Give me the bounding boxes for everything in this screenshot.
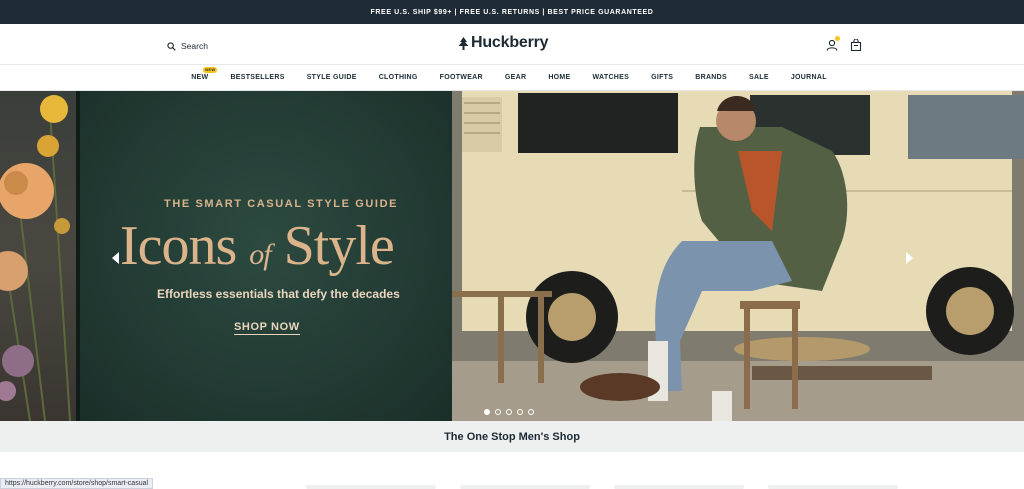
hero-title-part1: Icons (120, 215, 250, 277)
tree-icon (458, 36, 469, 50)
site-logo[interactable]: Huckberry (458, 34, 549, 52)
carousel-next-button[interactable] (903, 251, 915, 265)
carousel-dot-2[interactable] (495, 409, 501, 415)
hero-title-of: of (249, 238, 271, 271)
nav-item-bestsellers[interactable]: BESTSELLERS (230, 74, 284, 81)
nav-item-journal[interactable]: JOURNAL (791, 74, 827, 81)
main-nav: NEW NEW BESTSELLERS STYLE GUIDE CLOTHING… (0, 64, 1024, 91)
hero-title-part2: Style (270, 215, 395, 277)
search-label: Search (181, 41, 208, 51)
hero-carousel[interactable]: THE SMART CASUAL STYLE GUIDE Icons of St… (0, 91, 1024, 421)
product-cards-row (306, 485, 898, 489)
nav-item-brands[interactable]: BRANDS (695, 74, 727, 81)
flowers-image (0, 91, 80, 421)
nav-item-gifts[interactable]: GIFTS (651, 74, 673, 81)
chevron-right-icon (906, 252, 913, 264)
nav-item-clothing[interactable]: CLOTHING (379, 74, 418, 81)
cart-icon (850, 38, 862, 52)
nav-item-label: NEW (191, 74, 209, 81)
site-header: Search Huckberry (0, 24, 1024, 64)
hero-title: Icons of Style (120, 214, 395, 278)
announcement-text: FREE U.S. SHIP $99+ | FREE U.S. RETURNS … (370, 8, 654, 16)
card-placeholder[interactable] (460, 485, 590, 489)
hero-photo-panel (452, 91, 1024, 421)
nav-item-home[interactable]: HOME (548, 74, 570, 81)
nav-item-style-guide[interactable]: STYLE GUIDE (307, 74, 357, 81)
hero-kicker: THE SMART CASUAL STYLE GUIDE (164, 198, 399, 210)
carousel-dot-3[interactable] (506, 409, 512, 415)
search-icon (167, 41, 176, 51)
shop-now-link[interactable]: SHOP NOW (234, 321, 300, 335)
tagline-text: The One Stop Men's Shop (444, 430, 580, 443)
search-button[interactable]: Search (167, 41, 208, 51)
card-placeholder[interactable] (306, 485, 436, 489)
carousel-dot-4[interactable] (517, 409, 523, 415)
carousel-dots (484, 409, 534, 415)
new-badge: NEW (203, 67, 218, 73)
notification-dot (835, 36, 840, 41)
announcement-bar: FREE U.S. SHIP $99+ | FREE U.S. RETURNS … (0, 0, 1024, 24)
carousel-dot-5[interactable] (528, 409, 534, 415)
nav-item-watches[interactable]: WATCHES (593, 74, 630, 81)
card-placeholder[interactable] (768, 485, 898, 489)
carousel-dot-1[interactable] (484, 409, 490, 415)
van-photo (452, 91, 1024, 421)
logo-text: Huckberry (471, 34, 549, 51)
cart-button[interactable] (850, 38, 862, 52)
account-button[interactable] (826, 36, 840, 51)
card-placeholder[interactable] (614, 485, 744, 489)
chevron-left-icon (112, 252, 119, 264)
nav-item-gear[interactable]: GEAR (505, 74, 526, 81)
hero-subtitle: Effortless essentials that defy the deca… (157, 287, 400, 301)
nav-item-new[interactable]: NEW NEW (191, 67, 218, 81)
nav-item-footwear[interactable]: FOOTWEAR (440, 74, 483, 81)
carousel-prev-button[interactable] (110, 251, 122, 265)
tagline-strip: The One Stop Men's Shop (0, 421, 1024, 452)
nav-item-sale[interactable]: SALE (749, 74, 769, 81)
status-bar-url: https://huckberry.com/store/shop/smart-c… (0, 478, 154, 489)
